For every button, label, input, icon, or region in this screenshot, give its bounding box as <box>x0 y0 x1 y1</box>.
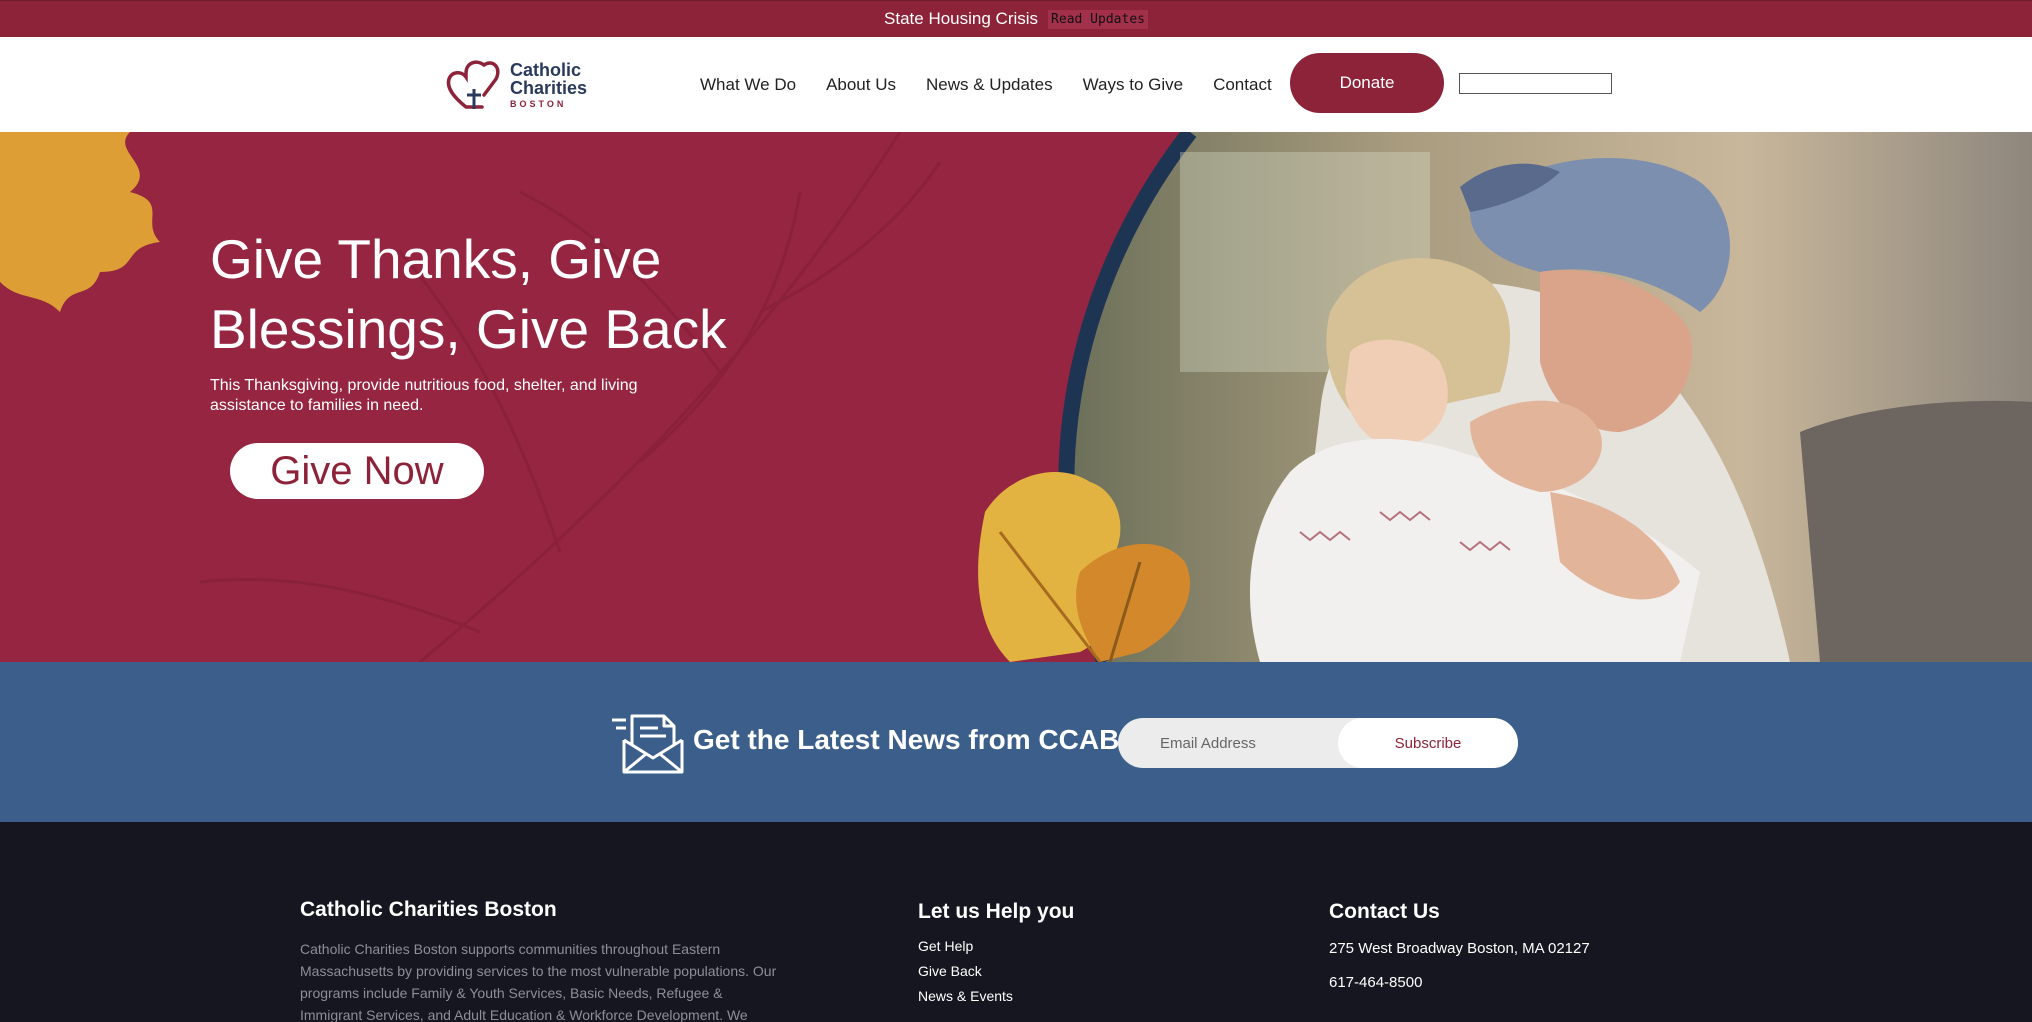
logo-line1: Catholic <box>510 60 582 80</box>
alert-text: State Housing Crisis <box>884 9 1039 28</box>
footer-address: 275 West Broadway Boston, MA 02127 <box>1329 940 1590 957</box>
footer-link-give-back[interactable]: Give Back <box>918 959 1074 984</box>
envelope-newsletter-icon <box>612 714 684 774</box>
search-input[interactable] <box>1459 73 1612 94</box>
donate-button[interactable]: Donate <box>1290 53 1444 113</box>
footer-link-get-help[interactable]: Get Help <box>918 934 1074 959</box>
heart-cross-icon <box>446 60 500 109</box>
site-footer: Catholic Charities Boston Catholic Chari… <box>0 822 2032 1022</box>
footer-about-text: Catholic Charities Boston supports commu… <box>300 941 777 1022</box>
footer-help: Let us Help you Get Help Give Back News … <box>918 900 1074 1009</box>
site-header: Catholic Charities BOSTON What We Do Abo… <box>0 37 2032 132</box>
logo-line3: BOSTON <box>510 99 567 109</box>
nav-about-us[interactable]: About Us <box>826 75 896 95</box>
newsletter-band: Get the Latest News from CCAB Subscribe <box>0 662 2032 822</box>
newsletter-form: Subscribe <box>1118 718 1518 768</box>
newsletter-title: Get the Latest News from CCAB <box>693 724 1120 755</box>
hero-title: Give Thanks, Give Blessings, Give Back <box>210 228 727 360</box>
nav-ways-to-give[interactable]: Ways to Give <box>1083 75 1183 95</box>
give-now-button[interactable]: Give Now <box>230 443 484 499</box>
footer-help-links: Get Help Give Back News & Events <box>918 934 1074 1009</box>
footer-contact: Contact Us 275 West Broadway Boston, MA … <box>1329 900 1590 991</box>
footer-about-heading: Catholic Charities Boston <box>300 898 557 921</box>
nav-contact[interactable]: Contact <box>1213 75 1272 95</box>
hero-subtitle: This Thanksgiving, provide nutritious fo… <box>210 377 638 414</box>
logo[interactable]: Catholic Charities BOSTON <box>444 55 594 115</box>
subscribe-button[interactable]: Subscribe <box>1338 718 1518 768</box>
footer-phone[interactable]: 617-464-8500 <box>1329 974 1590 991</box>
alert-bar: State Housing Crisis Read Updates <box>0 0 2032 37</box>
footer-contact-heading: Contact Us <box>1329 900 1440 923</box>
autumn-leaf-top-left <box>0 132 160 312</box>
footer-help-heading: Let us Help you <box>918 900 1075 923</box>
footer-about: Catholic Charities Boston <box>300 898 557 922</box>
nav-news-updates[interactable]: News & Updates <box>926 75 1053 95</box>
hero-section: Give Thanks, Give Blessings, Give Back T… <box>0 132 2032 662</box>
main-nav: What We Do About Us News & Updates Ways … <box>700 37 1272 132</box>
email-input[interactable] <box>1118 718 1358 768</box>
logo-text: Catholic Charities BOSTON <box>510 61 587 109</box>
logo-line2: Charities <box>510 78 588 98</box>
footer-link-news-events[interactable]: News & Events <box>918 984 1074 1009</box>
read-updates-link[interactable]: Read Updates <box>1048 9 1148 29</box>
nav-what-we-do[interactable]: What We Do <box>700 75 796 95</box>
